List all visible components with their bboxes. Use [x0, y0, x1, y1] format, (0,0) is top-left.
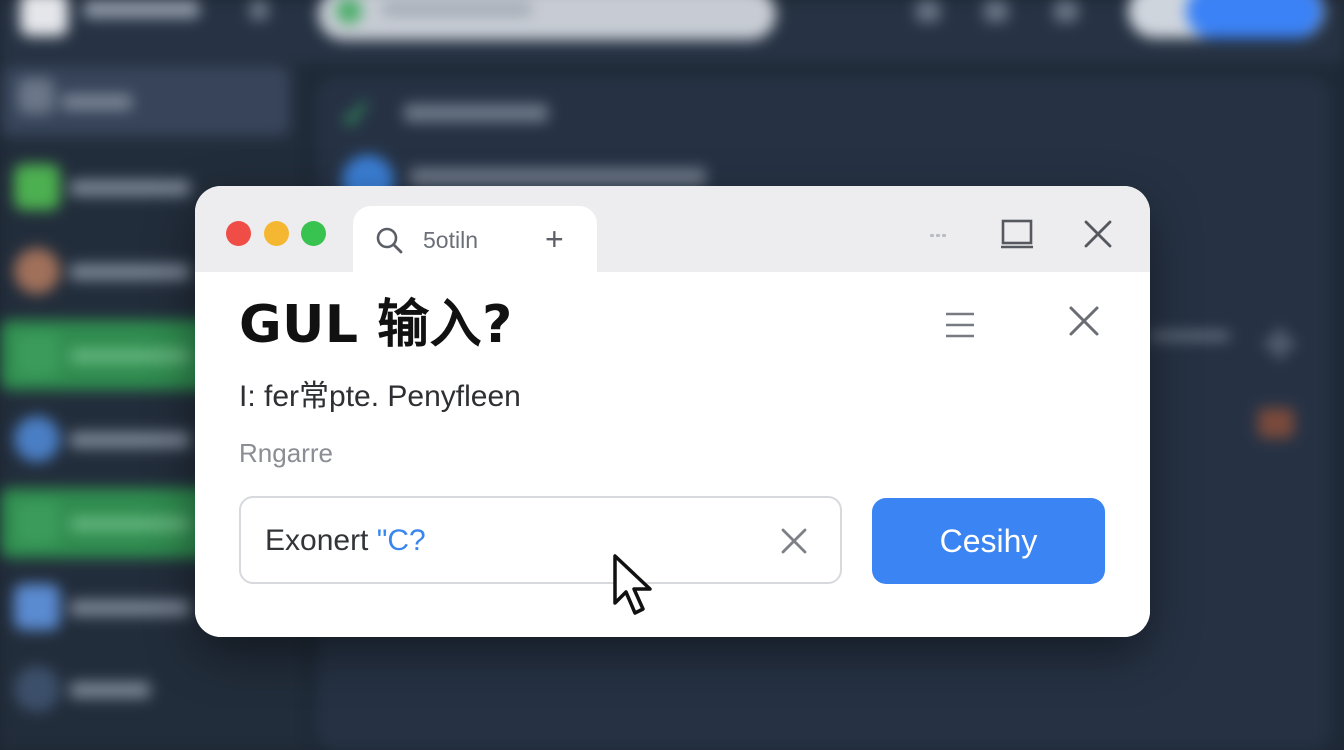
background-text: [410, 168, 706, 186]
background-badge: [1258, 408, 1294, 438]
background-sidebar-item: [0, 66, 290, 136]
dialog-heading: GUL 输入?: [239, 295, 513, 355]
background-search-icon: [1054, 0, 1078, 22]
background-plus-icon: ✚: [1262, 321, 1298, 368]
background-sidebar-item: [0, 654, 290, 724]
background-search-placeholder: [382, 2, 532, 16]
background-divider: [1150, 332, 1230, 340]
input-value[interactable]: Exonert "C?: [265, 524, 426, 558]
dialog-close-icon[interactable]: [1067, 304, 1101, 338]
text-input[interactable]: Exonert "C?: [239, 496, 842, 584]
zoom-window-button[interactable]: [301, 221, 326, 246]
maximize-icon[interactable]: [1000, 218, 1034, 250]
new-tab-plus-icon[interactable]: +: [545, 223, 564, 255]
close-window-button[interactable]: [226, 221, 251, 246]
input-field-label: Rngarre: [239, 438, 333, 468]
tab-active[interactable]: 5otiln +: [353, 206, 597, 272]
background-logo: [20, 0, 68, 36]
minimize-icon[interactable]: [930, 224, 950, 237]
background-gear-icon: [984, 0, 1008, 22]
background-menu-icon: [250, 0, 268, 20]
background-text: [404, 104, 548, 122]
title-bar: 5otiln +: [195, 186, 1150, 272]
primary-action-button[interactable]: Cesihy: [872, 498, 1105, 584]
background-title: [84, 0, 199, 18]
search-icon: [376, 227, 403, 254]
minimize-window-button[interactable]: [264, 221, 289, 246]
dialog-content: GUL 输入? I: fer常pte. Penyfl‌een Rngarre E…: [195, 272, 1150, 637]
close-icon[interactable]: [1082, 218, 1114, 250]
menu-icon[interactable]: [943, 310, 977, 340]
background-topbar: [0, 0, 1344, 62]
dialog-description: I: fer常pte. Penyfl‌een: [239, 380, 521, 413]
background-check-icon: ✓: [340, 93, 374, 137]
background-primary-button: [1186, 0, 1322, 38]
dialog-window: 5otiln + GUL 输入? I: fer常pte. Penyfl‌een …: [195, 186, 1150, 637]
mouse-cursor-icon: [613, 554, 652, 615]
tab-label: 5otiln: [423, 227, 478, 253]
clear-input-icon[interactable]: [779, 526, 809, 556]
background-bell-icon: [916, 0, 940, 22]
